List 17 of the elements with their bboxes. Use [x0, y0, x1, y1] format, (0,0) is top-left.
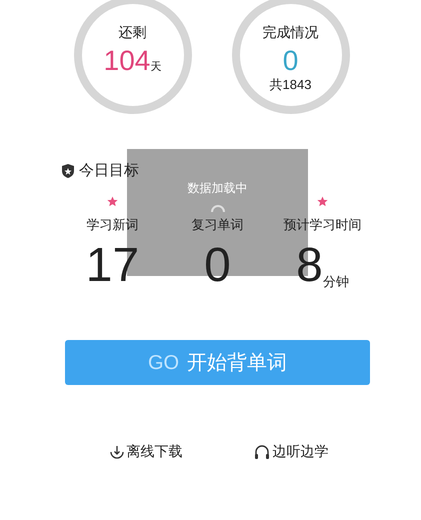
link[interactable]: 离线下载	[108, 441, 182, 462]
stat-unit: 天	[150, 62, 162, 73]
link[interactable]: 边听边学	[252, 441, 328, 462]
download-icon	[108, 444, 124, 460]
headphones-icon	[252, 444, 270, 460]
shield-icon	[60, 163, 76, 180]
stat-title: 完成情况	[262, 23, 318, 42]
spinner-icon	[210, 205, 224, 213]
stat-value: 0	[282, 47, 298, 75]
goal-label: 复习单词	[192, 216, 244, 234]
stat-total: 共1843	[270, 76, 312, 94]
goal-value: 8	[296, 242, 323, 290]
goal-unit: 分钟	[322, 275, 349, 288]
loading-text: 数据加载中	[188, 180, 248, 197]
stat-value: 104	[104, 47, 150, 75]
stat-title: 还剩	[118, 23, 146, 42]
goal-value: 17	[86, 242, 140, 290]
